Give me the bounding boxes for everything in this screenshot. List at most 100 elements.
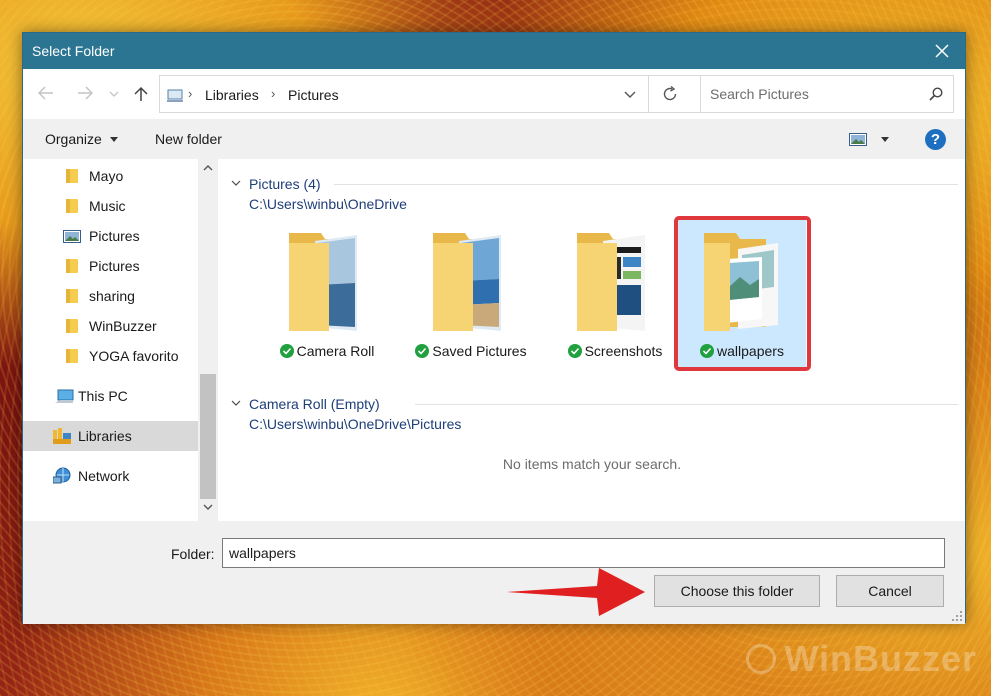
nav-item-yoga-favorito[interactable]: YOGA favorito [23, 341, 198, 371]
nav-item-mayo[interactable]: Mayo [23, 161, 198, 191]
folder-icon [66, 199, 78, 213]
folder-icon [66, 349, 78, 363]
forward-button[interactable] [74, 81, 96, 107]
recent-locations-button[interactable] [107, 81, 121, 107]
scrollbar-thumb[interactable] [200, 374, 216, 499]
help-button[interactable]: ? [925, 129, 946, 150]
folder-thumbnail-icon [704, 233, 778, 331]
sync-check-icon [415, 344, 430, 358]
address-bar[interactable]: › Libraries › Pictures [159, 75, 779, 113]
content-pane: Pictures (4) C:\Users\winbu\OneDrive Cam… [219, 159, 965, 521]
dialog-title: Select Folder [32, 43, 115, 59]
watermark-logo-icon [746, 644, 777, 674]
nav-item-label: Mayo [89, 168, 124, 184]
nav-item-network[interactable]: Network [23, 461, 198, 491]
empty-message: No items match your search. [502, 456, 682, 472]
nav-item-label: Libraries [78, 428, 132, 444]
caret-down-icon [881, 137, 889, 142]
arrow-up-icon [134, 86, 148, 101]
breadcrumb-pictures[interactable]: Pictures [288, 87, 339, 103]
organize-label: Organize [45, 131, 102, 147]
chevron-down-icon [231, 400, 241, 406]
title-bar: Select Folder [23, 33, 965, 69]
nav-item-libraries[interactable]: Libraries [23, 421, 198, 451]
libraries-icon [53, 428, 71, 444]
nav-item-pictures-folder[interactable]: Pictures [23, 251, 198, 281]
cancel-button[interactable]: Cancel [836, 575, 944, 607]
navigation-row: › Libraries › Pictures [23, 69, 965, 119]
folder-thumbnail-icon [289, 233, 357, 331]
nav-item-label: Pictures [89, 228, 140, 244]
sync-check-icon [700, 344, 715, 358]
address-history-dropdown[interactable] [615, 76, 645, 112]
refresh-button[interactable] [648, 76, 692, 112]
new-folder-button[interactable]: New folder [155, 131, 222, 147]
folder-tile-saved-pictures[interactable]: Saved Pictures [403, 217, 539, 367]
search-icon [929, 87, 943, 101]
nav-item-label: YOGA favorito [89, 348, 179, 364]
nav-item-winbuzzer[interactable]: WinBuzzer [23, 311, 198, 341]
nav-item-pictures-library[interactable]: Pictures [23, 221, 198, 251]
chevron-down-icon [231, 180, 241, 186]
folder-icon [66, 259, 78, 273]
nav-item-label: Network [78, 468, 130, 484]
chevron-down-icon [109, 91, 119, 97]
up-button[interactable] [130, 81, 152, 107]
help-icon: ? [930, 131, 941, 148]
group-header-pictures[interactable]: Pictures (4) [231, 175, 341, 195]
folder-tile-wallpapers[interactable]: wallpapers [678, 220, 806, 368]
nav-item-this-pc[interactable]: This PC [23, 381, 198, 411]
new-folder-label: New folder [155, 131, 222, 147]
folder-name-input[interactable] [222, 538, 945, 568]
refresh-icon [663, 86, 677, 101]
folder-tile-label: Screenshots [547, 343, 683, 359]
nav-item-label: WinBuzzer [89, 318, 157, 334]
scroll-down-icon[interactable] [203, 504, 213, 510]
computer-icon [55, 389, 74, 403]
view-options-icon [849, 133, 867, 146]
close-icon [935, 44, 949, 58]
close-button[interactable] [919, 33, 965, 69]
folder-tile-camera-roll[interactable]: Camera Roll [259, 217, 395, 367]
nav-item-music[interactable]: Music [23, 191, 198, 221]
folder-tile-label: Saved Pictures [403, 343, 539, 359]
sync-check-icon [279, 344, 294, 358]
change-view-button[interactable] [849, 131, 893, 149]
group-title: Camera Roll (Empty) [249, 396, 380, 412]
dialog-footer: Folder: Choose this folder Cancel [23, 521, 965, 624]
folder-tile-label: Camera Roll [259, 343, 395, 359]
libraries-pc-icon [167, 89, 183, 102]
folder-thumbnail-icon [433, 233, 501, 331]
navigation-pane: Mayo Music Pictures Pictures sharing Win… [23, 159, 219, 521]
group-path: C:\Users\winbu\OneDrive\Pictures [249, 416, 462, 432]
organize-menu-button[interactable]: Organize [45, 131, 118, 147]
watermark: WinBuzzer [746, 638, 977, 680]
pictures-library-icon [63, 230, 81, 243]
scroll-up-icon[interactable] [203, 165, 213, 171]
nav-item-label: Pictures [89, 258, 140, 274]
folder-name: Saved Pictures [432, 343, 527, 359]
back-button[interactable] [35, 81, 57, 107]
network-icon [53, 467, 71, 484]
group-header-camera-roll[interactable]: Camera Roll (Empty) [231, 395, 391, 415]
nav-item-label: Music [89, 198, 126, 214]
folder-icon [66, 289, 78, 303]
folder-icon [66, 319, 78, 333]
group-divider [334, 184, 958, 185]
folder-tile-screenshots[interactable]: Screenshots [547, 217, 683, 367]
choose-this-folder-button[interactable]: Choose this folder [654, 575, 820, 607]
resize-grip-icon[interactable] [951, 610, 963, 622]
nav-item-label: This PC [78, 388, 128, 404]
folder-name: wallpapers [717, 343, 784, 359]
arrow-right-icon [78, 86, 93, 100]
breadcrumb-separator: › [271, 86, 276, 101]
nav-item-label: sharing [89, 288, 135, 304]
nav-item-sharing[interactable]: sharing [23, 281, 198, 311]
search-box[interactable] [700, 75, 954, 113]
navigation-pane-scrollbar[interactable] [198, 159, 218, 521]
breadcrumb-libraries[interactable]: Libraries [205, 87, 259, 103]
folder-name: Camera Roll [296, 343, 375, 359]
folder-label: Folder: [171, 546, 215, 562]
search-input[interactable] [702, 77, 912, 111]
folder-icon [66, 169, 78, 183]
